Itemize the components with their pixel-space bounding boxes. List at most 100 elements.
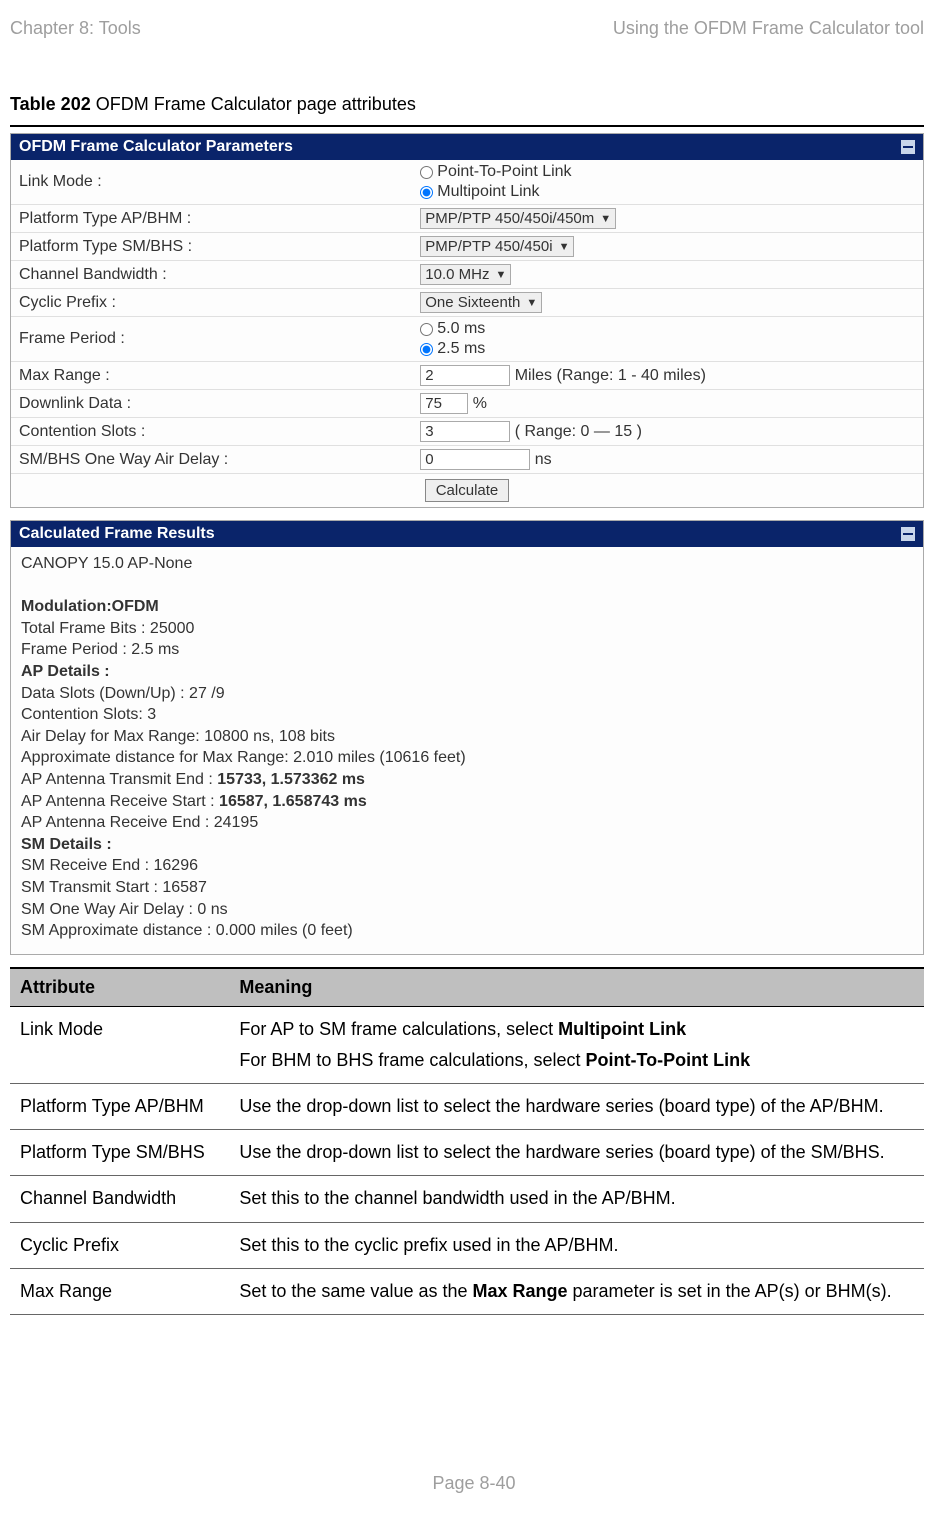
frame-period-25ms-option[interactable]: 2.5 ms (420, 340, 915, 358)
results-total-frame-bits: Total Frame Bits : 25000 (21, 618, 913, 640)
chevron-down-icon: ▼ (495, 269, 506, 281)
downlink-data-input[interactable]: 75 (420, 393, 468, 414)
air-delay-input[interactable]: 0 (420, 449, 530, 470)
attr-cell: Link Mode (10, 1006, 229, 1083)
cyclic-prefix-value: One Sixteenth (425, 294, 520, 311)
attr-cell: Max Range (10, 1268, 229, 1314)
results-ap-tx-end-pre: AP Antenna Transmit End : (21, 771, 217, 788)
contention-slots-units: ( Range: 0 — 15 ) (515, 423, 642, 440)
platform-ap-select[interactable]: PMP/PTP 450/450i/450m ▼ (420, 208, 616, 229)
params-panel-title: OFDM Frame Calculator Parameters (19, 138, 293, 156)
collapse-icon[interactable] (901, 140, 915, 154)
frame-period-5ms-text: 5.0 ms (437, 320, 485, 338)
frame-period-25ms-radio[interactable] (420, 343, 433, 356)
cyclic-prefix-label: Cyclic Prefix : (11, 289, 412, 317)
header-left: Chapter 8: Tools (10, 18, 141, 39)
attributes-table: Attribute Meaning Link ModeFor AP to SM … (10, 967, 924, 1315)
table-row: Cyclic PrefixSet this to the cyclic pref… (10, 1222, 924, 1268)
platform-ap-label: Platform Type AP/BHM : (11, 205, 412, 233)
platform-ap-value: PMP/PTP 450/450i/450m (425, 210, 594, 227)
cyclic-prefix-select[interactable]: One Sixteenth ▼ (420, 292, 542, 313)
meaning-cell: Use the drop-down list to select the har… (229, 1130, 924, 1176)
results-sm-rx-end: SM Receive End : 16296 (21, 855, 913, 877)
downlink-data-units: % (473, 395, 487, 412)
table-row: Platform Type AP/BHMUse the drop-down li… (10, 1084, 924, 1130)
link-mode-ptp-radio[interactable] (420, 166, 433, 179)
results-ap-rx-start-val: 16587, 1.658743 ms (219, 793, 367, 810)
meaning-cell: Set this to the cyclic prefix used in th… (229, 1222, 924, 1268)
air-delay-units: ns (535, 451, 552, 468)
attr-header-attribute: Attribute (10, 968, 229, 1007)
results-sm-details-label: SM Details : (21, 836, 112, 853)
results-ap-rx-end: AP Antenna Receive End : 24195 (21, 812, 913, 834)
frame-period-5ms-radio[interactable] (420, 323, 433, 336)
results-sm-air-delay: SM One Way Air Delay : 0 ns (21, 899, 913, 921)
results-air-delay-max: Air Delay for Max Range: 10800 ns, 108 b… (21, 726, 913, 748)
link-mode-label: Link Mode : (11, 160, 412, 205)
results-frame-period: Frame Period : 2.5 ms (21, 639, 913, 661)
channel-bandwidth-label: Channel Bandwidth : (11, 261, 412, 289)
chevron-down-icon: ▼ (559, 241, 570, 253)
table-title: OFDM Frame Calculator page attributes (91, 94, 416, 114)
results-modulation: Modulation:OFDM (21, 598, 159, 615)
downlink-data-label: Downlink Data : (11, 390, 412, 418)
results-canopy-line: CANOPY 15.0 AP-None (21, 553, 913, 575)
channel-bandwidth-select[interactable]: 10.0 MHz ▼ (420, 264, 511, 285)
chevron-down-icon: ▼ (600, 213, 611, 225)
results-body: CANOPY 15.0 AP-None Modulation:OFDM Tota… (11, 547, 923, 954)
table-number: Table 202 (10, 94, 91, 114)
results-ap-tx-end-val: 15733, 1.573362 ms (217, 771, 365, 788)
meaning-cell: Use the drop-down list to select the har… (229, 1084, 924, 1130)
page-footer: Page 8-40 (0, 1473, 948, 1494)
params-panel: OFDM Frame Calculator Parameters Link Mo… (10, 133, 924, 508)
params-form: Link Mode : Point-To-Point Link Multipoi… (11, 160, 923, 507)
results-sm-tx-start: SM Transmit Start : 16587 (21, 877, 913, 899)
contention-slots-label: Contention Slots : (11, 418, 412, 446)
attr-cell: Platform Type AP/BHM (10, 1084, 229, 1130)
max-range-input[interactable]: 2 (420, 365, 510, 386)
attr-cell: Cyclic Prefix (10, 1222, 229, 1268)
results-data-slots: Data Slots (Down/Up) : 27 /9 (21, 683, 913, 705)
frame-period-label: Frame Period : (11, 317, 412, 362)
meaning-cell: For AP to SM frame calculations, select … (229, 1006, 924, 1083)
table-row: Max RangeSet to the same value as the Ma… (10, 1268, 924, 1314)
results-contention-slots: Contention Slots: 3 (21, 704, 913, 726)
platform-sm-select[interactable]: PMP/PTP 450/450i ▼ (420, 236, 574, 257)
results-panel: Calculated Frame Results CANOPY 15.0 AP-… (10, 520, 924, 955)
contention-slots-input[interactable]: 3 (420, 421, 510, 442)
header-right: Using the OFDM Frame Calculator tool (613, 18, 924, 39)
params-panel-title-bar: OFDM Frame Calculator Parameters (11, 134, 923, 160)
chevron-down-icon: ▼ (526, 297, 537, 309)
table-row: Link ModeFor AP to SM frame calculations… (10, 1006, 924, 1083)
calculate-button[interactable]: Calculate (425, 479, 510, 502)
top-rule (10, 125, 924, 127)
link-mode-mp-radio[interactable] (420, 186, 433, 199)
table-caption: Table 202 OFDM Frame Calculator page att… (10, 94, 924, 115)
platform-sm-label: Platform Type SM/BHS : (11, 233, 412, 261)
results-panel-title-bar: Calculated Frame Results (11, 521, 923, 547)
results-sm-approx-distance: SM Approximate distance : 0.000 miles (0… (21, 920, 913, 942)
attr-cell: Channel Bandwidth (10, 1176, 229, 1222)
results-ap-details-label: AP Details : (21, 663, 110, 680)
max-range-units: Miles (Range: 1 - 40 miles) (515, 367, 706, 384)
table-row: Channel BandwidthSet this to the channel… (10, 1176, 924, 1222)
air-delay-label: SM/BHS One Way Air Delay : (11, 446, 412, 474)
results-panel-title: Calculated Frame Results (19, 525, 215, 543)
collapse-icon[interactable] (901, 527, 915, 541)
frame-period-5ms-option[interactable]: 5.0 ms (420, 320, 915, 338)
link-mode-mp-option[interactable]: Multipoint Link (420, 183, 915, 201)
meaning-cell: Set to the same value as the Max Range p… (229, 1268, 924, 1314)
channel-bandwidth-value: 10.0 MHz (425, 266, 489, 283)
frame-period-25ms-text: 2.5 ms (437, 340, 485, 358)
link-mode-mp-text: Multipoint Link (437, 183, 539, 201)
attr-cell: Platform Type SM/BHS (10, 1130, 229, 1176)
results-ap-rx-start-pre: AP Antenna Receive Start : (21, 793, 219, 810)
results-approx-distance: Approximate distance for Max Range: 2.01… (21, 747, 913, 769)
meaning-cell: Set this to the channel bandwidth used i… (229, 1176, 924, 1222)
platform-sm-value: PMP/PTP 450/450i (425, 238, 552, 255)
link-mode-ptp-text: Point-To-Point Link (437, 163, 571, 181)
table-row: Platform Type SM/BHSUse the drop-down li… (10, 1130, 924, 1176)
attr-header-meaning: Meaning (229, 968, 924, 1007)
max-range-label: Max Range : (11, 362, 412, 390)
link-mode-ptp-option[interactable]: Point-To-Point Link (420, 163, 915, 181)
